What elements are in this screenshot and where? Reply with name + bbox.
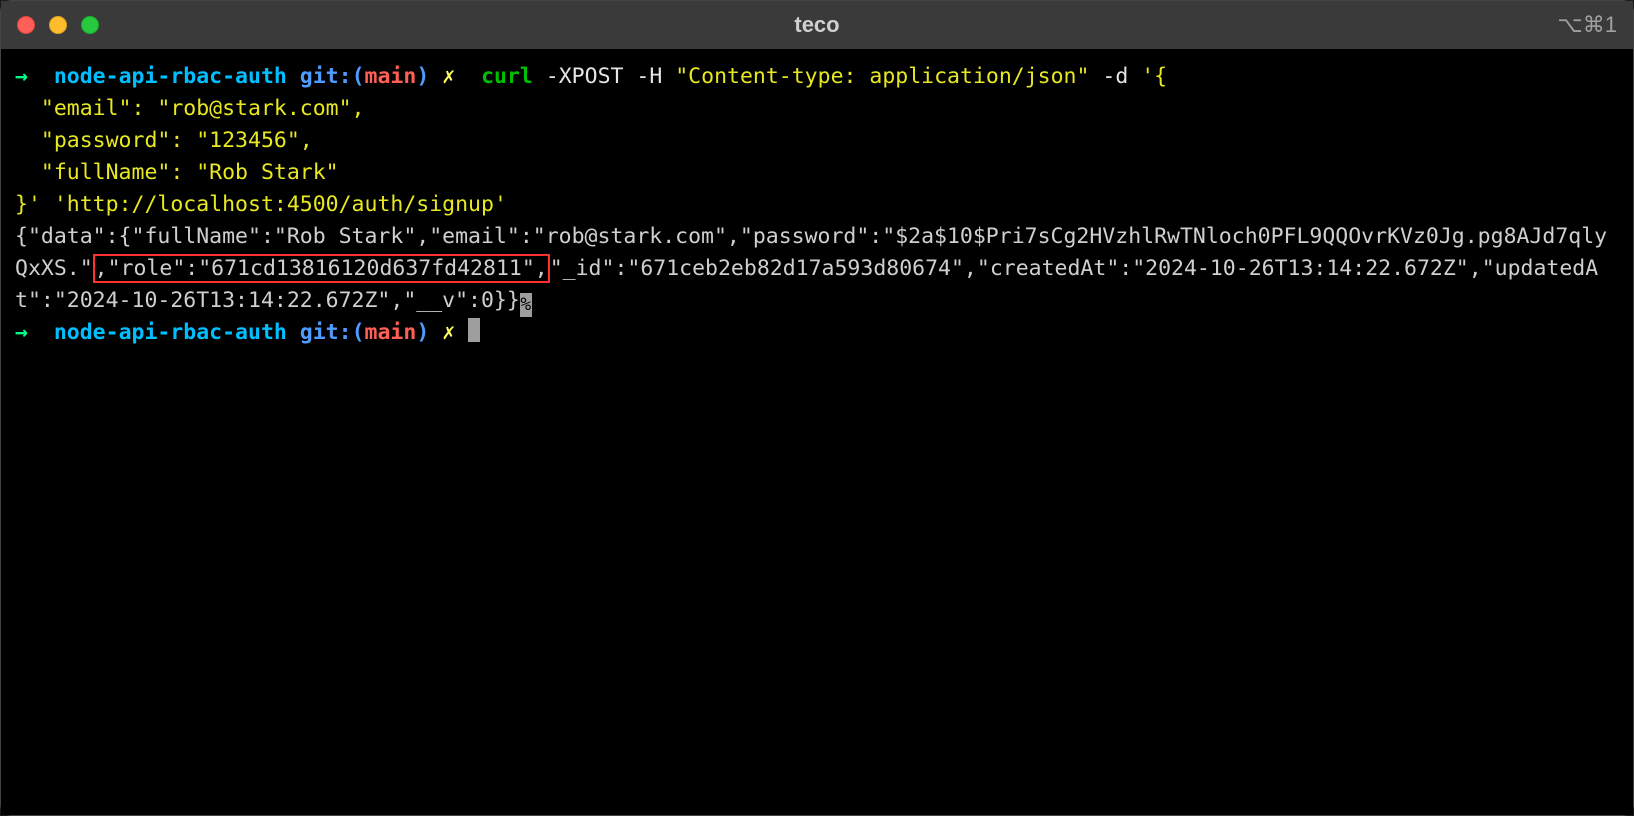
maximize-icon[interactable] [81,16,99,34]
terminal-content[interactable]: → node-api-rbac-auth git:(main) ✗ curl -… [15,61,1619,349]
prompt-branch: main [365,64,417,89]
terminal-area[interactable]: → node-api-rbac-auth git:(main) ✗ curl -… [1,49,1633,815]
minimize-icon[interactable] [49,16,67,34]
prompt-git-close: ) [416,64,429,89]
prompt-git-label: git:( [300,64,365,89]
cmd-dflag: -d [1089,64,1141,89]
cmd-body-line3: "fullName": "Rob Stark" [15,160,339,185]
prompt2-dirty-icon: ✗ [442,320,455,345]
close-icon[interactable] [17,16,35,34]
prompt2-git-label: git:( [300,320,365,345]
cmd-args: -XPOST -H [533,64,675,89]
cmd-body-line2: "password": "123456", [15,128,313,153]
window-shortcut: ⌥⌘1 [1557,12,1617,38]
output-endmark-icon: % [520,293,532,317]
prompt-path: node-api-rbac-auth [54,64,287,89]
cmd-body-line1: "email": "rob@stark.com", [15,96,365,121]
output-highlight: ,"role":"671cd13816120d637fd42811", [93,254,550,283]
cmd-url: 'http://localhost:4500/auth/signup' [54,192,507,217]
cursor-icon [468,318,480,342]
cmd-curl: curl [481,64,533,89]
prompt2-git-close: ) [416,320,429,345]
prompt-dirty-icon: ✗ [442,64,455,89]
prompt2-branch: main [365,320,417,345]
prompt2-path: node-api-rbac-auth [54,320,287,345]
window-title: teco [794,12,839,38]
prompt2-arrow: → [15,320,28,345]
prompt-arrow: → [15,64,28,89]
cmd-body-close: }' [15,192,41,217]
cmd-body-open: '{ [1141,64,1167,89]
traffic-lights [17,16,99,34]
titlebar: teco ⌥⌘1 [1,1,1633,49]
cmd-header: "Content-type: application/json" [675,64,1089,89]
